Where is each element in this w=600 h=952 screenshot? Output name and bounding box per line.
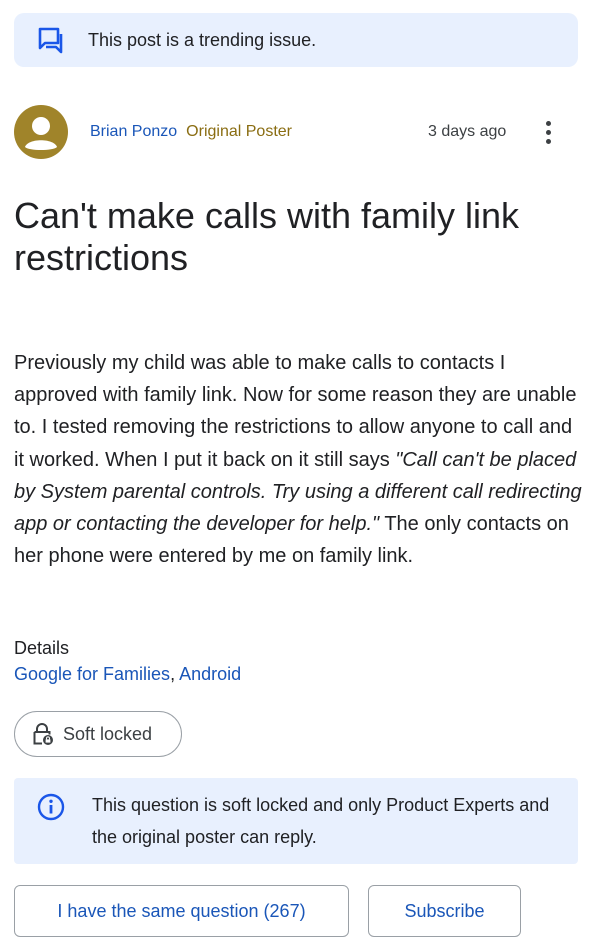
details-separator: ,: [170, 664, 180, 684]
soft-locked-chip: Soft locked: [14, 711, 182, 757]
details-links: Google for Families, Android: [14, 664, 241, 685]
subscribe-button[interactable]: Subscribe: [368, 885, 521, 937]
post-body: Previously my child was able to make cal…: [14, 347, 586, 572]
details-link-android[interactable]: Android: [179, 664, 241, 684]
person-icon: [25, 117, 57, 150]
soft-locked-label: Soft locked: [63, 723, 153, 744]
kebab-dot: [545, 138, 551, 144]
kebab-dot: [545, 129, 551, 135]
kebab-dot: [545, 120, 551, 126]
more-options-icon[interactable]: [538, 115, 558, 149]
post-page: This post is a trending issue. Brian Pon…: [0, 0, 600, 952]
forum-icon: [36, 25, 66, 55]
author-name[interactable]: Brian Ponzo: [90, 123, 177, 141]
soft-locked-info-text: This question is soft locked and only Pr…: [92, 795, 550, 847]
post-timestamp: 3 days ago: [428, 123, 507, 140]
post-title: Can't make calls with family link restri…: [14, 195, 520, 278]
lock-icon: [31, 722, 55, 746]
same-question-button[interactable]: I have the same question (267): [14, 885, 349, 937]
original-poster-badge: Original Poster: [186, 123, 292, 140]
details-label: Details: [14, 638, 70, 658]
soft-locked-info-box: This question is soft locked and only Pr…: [14, 778, 578, 864]
avatar[interactable]: [14, 105, 68, 159]
trending-banner: This post is a trending issue.: [14, 13, 578, 67]
details-link-google-for-families[interactable]: Google for Families: [14, 664, 170, 684]
trending-text: This post is a trending issue.: [88, 29, 317, 50]
info-icon: [36, 792, 66, 822]
author-row: Brian Ponzo Original Poster 3 days ago: [14, 105, 586, 159]
